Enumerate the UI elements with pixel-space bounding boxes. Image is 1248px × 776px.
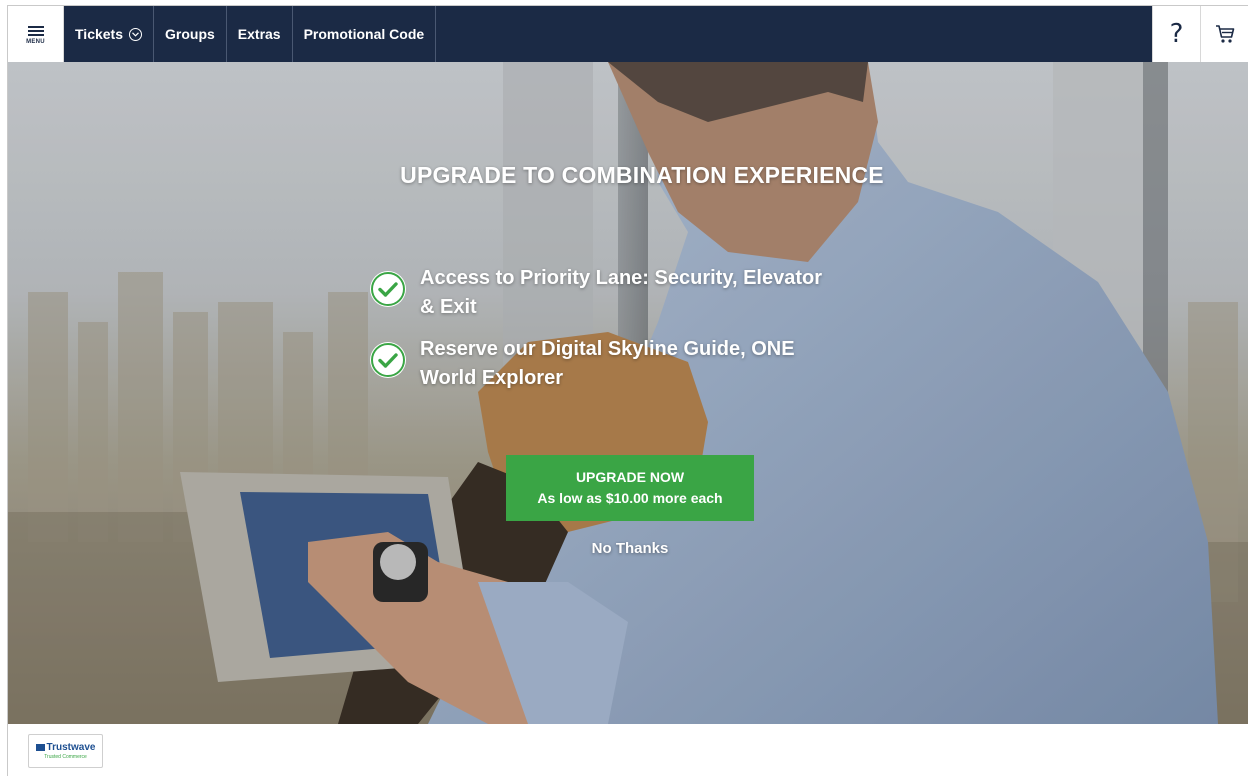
chevron-circle-down-icon [129,27,142,41]
upgrade-now-button[interactable]: UPGRADE NOW As low as $10.00 more each [506,455,754,521]
nav-groups[interactable]: Groups [154,6,227,62]
hero-title: UPGRADE TO COMBINATION EXPERIENCE [400,162,884,188]
feature-item: Reserve our Digital Skyline Guide, ONE W… [370,335,890,393]
hamburger-menu-icon [27,24,44,38]
nav-tickets[interactable]: Tickets [64,6,154,62]
trustwave-flag-icon [35,744,45,751]
no-thanks-link[interactable]: No Thanks [506,540,754,557]
hero-banner: UPGRADE TO COMBINATION EXPERIENCE Access… [8,62,1248,724]
trustwave-tagline: Trusted Commerce [44,754,87,760]
menu-label: MENU [26,38,45,45]
check-circle-icon [370,271,406,307]
help-icon: ? [1169,19,1184,49]
feature-text-line: & Exit [420,296,477,318]
top-navbar: MENU Tickets Groups Extras Promotional C… [8,6,1248,62]
upgrade-now-label: UPGRADE NOW [575,469,685,485]
feature-text: Access to Priority Lane: Security, Eleva… [420,264,880,322]
menu-button[interactable]: MENU [8,6,64,62]
cart-icon [1215,25,1234,43]
trustwave-badge[interactable]: Trustwave Trusted Commerce [28,734,103,768]
trustwave-name: Trustwave [46,742,96,753]
upgrade-price-label: As low as $10.00 more each [537,490,723,506]
feature-item: Access to Priority Lane: Security, Eleva… [370,264,890,322]
nav-promotional-code-label: Promotional Code [303,26,425,42]
cart-button[interactable] [1200,6,1248,62]
help-button[interactable]: ? [1152,6,1200,62]
nav-tickets-label: Tickets [75,26,123,42]
feature-text: Reserve our Digital Skyline Guide, ONE W… [420,335,880,393]
nav-extras[interactable]: Extras [227,6,293,62]
feature-text-line: Reserve our Digital Skyline Guide, ONE [420,338,795,360]
nav-groups-label: Groups [165,26,215,42]
nav-promotional-code[interactable]: Promotional Code [293,6,437,62]
check-circle-icon [370,342,406,378]
page-frame: MENU Tickets Groups Extras Promotional C… [7,5,1248,776]
trustwave-logo: Trustwave [35,742,96,753]
feature-text-line: Access to Priority Lane: Security, Eleva… [420,267,823,289]
hero-content: UPGRADE TO COMBINATION EXPERIENCE Access… [8,62,1248,724]
feature-text-line: World Explorer [420,367,563,389]
nav-extras-label: Extras [237,26,281,42]
